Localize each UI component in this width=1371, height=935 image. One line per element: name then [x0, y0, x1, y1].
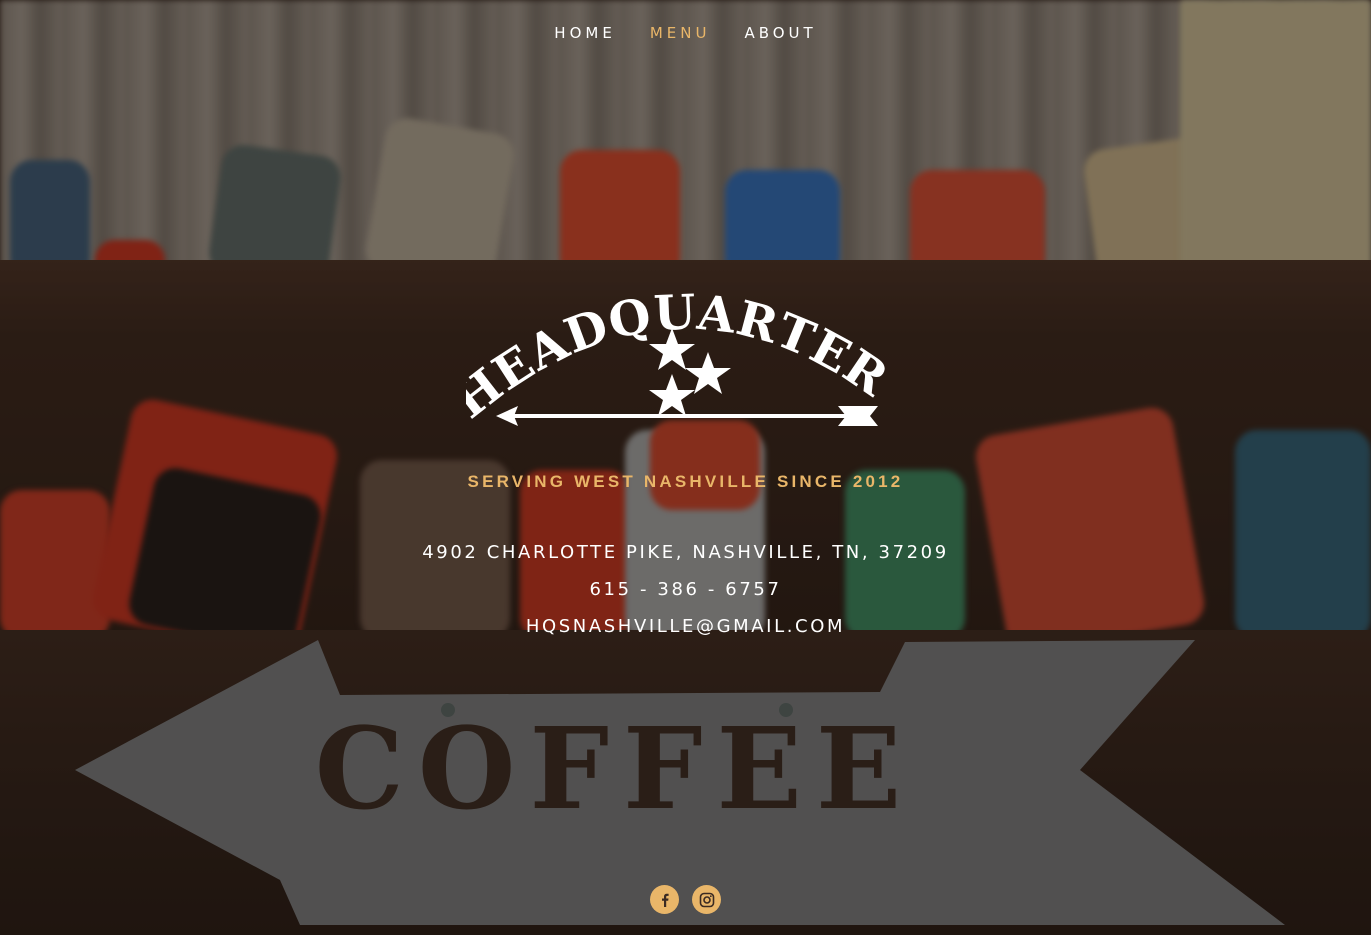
instagram-icon — [699, 892, 714, 907]
social-links — [650, 885, 721, 914]
hero-background: COFFEE — [0, 0, 1371, 935]
nav-item-home[interactable]: HOME — [554, 24, 616, 42]
facebook-button[interactable] — [650, 885, 679, 914]
main-nav: HOME MENU ABOUT — [0, 24, 1371, 42]
tagline: SERVING WEST NASHVILLE SINCE 2012 — [467, 472, 904, 491]
nav-item-menu[interactable]: MENU — [650, 24, 711, 42]
phone-text: 615 - 386 - 6757 — [589, 579, 782, 600]
headquarters-logo: HEADQUARTERS — [466, 290, 897, 430]
facebook-icon — [661, 893, 669, 907]
background-overlay — [0, 0, 1371, 935]
email-link[interactable]: HQSNASHVILLE@GMAIL.COM — [0, 616, 1371, 637]
nav-item-about[interactable]: ABOUT — [744, 24, 816, 42]
address-text: 4902 CHARLOTTE PIKE, NASHVILLE, TN, 3720… — [422, 542, 949, 563]
instagram-button[interactable] — [692, 885, 721, 914]
logo-arrow — [496, 406, 878, 426]
